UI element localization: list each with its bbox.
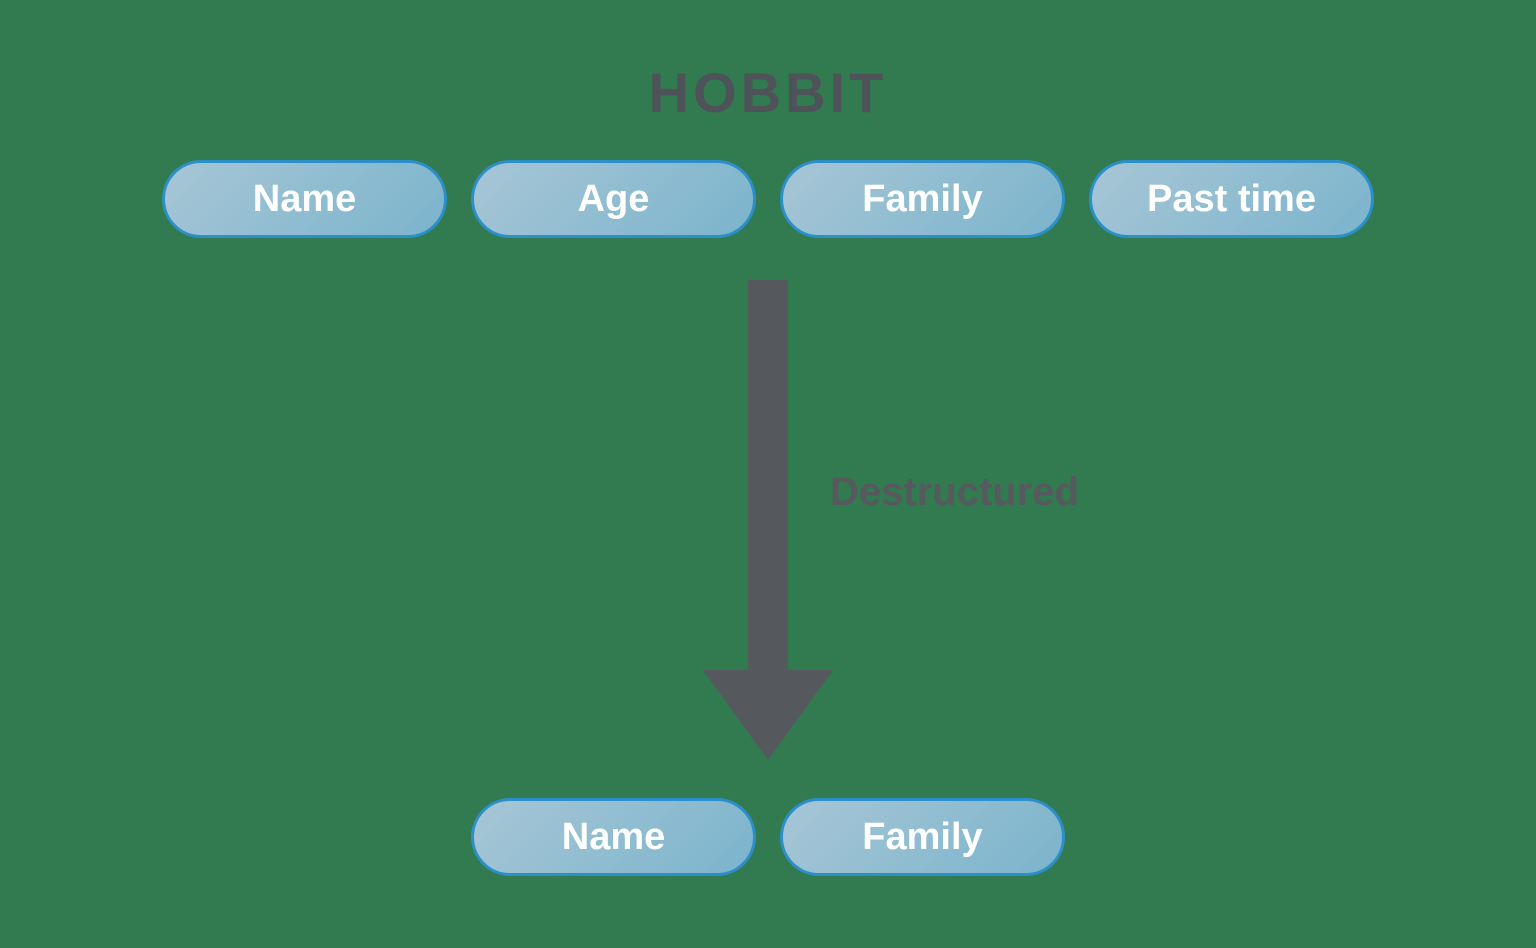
source-pill-age: Age <box>471 160 756 238</box>
diagram-title: HOBBIT <box>0 60 1536 125</box>
result-row: Name Family <box>0 798 1536 876</box>
source-pill-pasttime: Past time <box>1089 160 1374 238</box>
arrow-label: Destructured <box>830 470 1079 515</box>
result-pill-family: Family <box>780 798 1065 876</box>
source-pill-family: Family <box>780 160 1065 238</box>
down-arrow-icon <box>688 280 848 760</box>
arrow-container <box>0 280 1536 760</box>
source-pill-name: Name <box>162 160 447 238</box>
result-pill-name: Name <box>471 798 756 876</box>
source-row: Name Age Family Past time <box>0 160 1536 238</box>
